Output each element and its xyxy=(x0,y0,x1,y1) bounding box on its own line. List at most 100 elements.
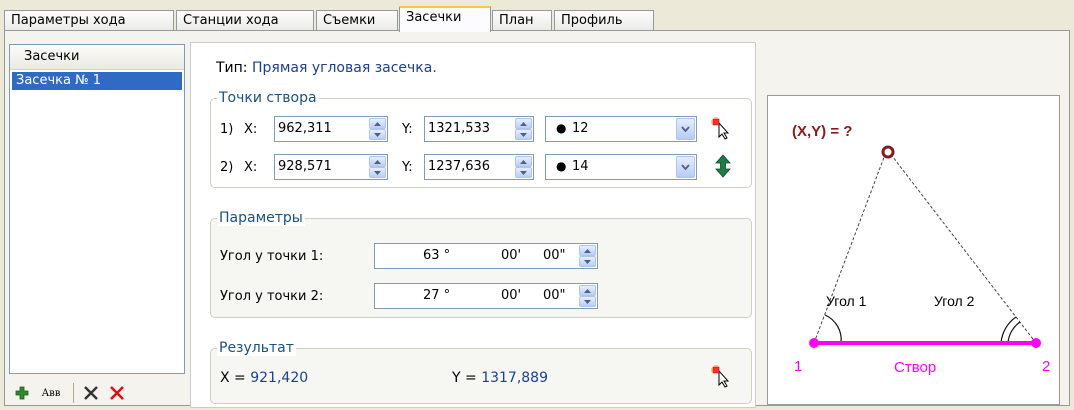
row2-station-select[interactable]: ● 14 xyxy=(545,154,697,180)
pick-point-button[interactable] xyxy=(710,116,734,140)
red-close-icon xyxy=(110,386,124,400)
angle1-min: 00' xyxy=(501,248,522,263)
point-1-label: 1 xyxy=(794,358,802,375)
toolbar-divider xyxy=(73,383,74,403)
row2-x-value: 928,571 xyxy=(278,159,332,174)
angle1-label: Угол у точки 1: xyxy=(220,249,324,264)
pick-cursor-icon xyxy=(711,117,730,140)
show-result-button[interactable] xyxy=(710,364,734,388)
spin-down-icon[interactable] xyxy=(579,296,596,307)
diagram-svg: (X,Y) = ? Угол 1 Угол 2 1 2 Створ xyxy=(792,123,1050,376)
baseline-label: Створ xyxy=(894,359,936,376)
list-header[interactable]: Засечки xyxy=(10,45,184,70)
spin-up-icon[interactable] xyxy=(579,285,596,296)
line-to-target-2 xyxy=(888,151,1037,344)
angle1-arc xyxy=(824,314,842,344)
spin-up-icon[interactable] xyxy=(515,118,532,129)
row2-y-field[interactable]: 1237,636 xyxy=(424,154,534,180)
row1-y-spinner[interactable] xyxy=(515,118,532,140)
point-2-label: 2 xyxy=(1042,358,1050,375)
row1-x-spinner[interactable] xyxy=(369,118,386,140)
angle1-deg: 63 ° xyxy=(423,248,451,263)
angle1-text: Угол 1 xyxy=(826,293,867,309)
row2-y-label: Y: xyxy=(402,160,413,175)
angle2-field[interactable]: 27 ° 00' 00" xyxy=(374,283,598,309)
row1-y-value: 1321,533 xyxy=(428,121,491,136)
spin-up-icon[interactable] xyxy=(369,156,386,167)
row1-x-value: 962,311 xyxy=(278,121,332,136)
bullet-icon: ● xyxy=(556,159,567,173)
angle1-field[interactable]: 63 ° 00' 00" xyxy=(374,243,598,269)
result-group-title: Результат xyxy=(217,340,296,356)
spin-down-icon[interactable] xyxy=(515,129,532,140)
pick-cursor-icon xyxy=(711,365,730,388)
add-button[interactable] xyxy=(11,382,33,404)
row1-station-value: 12 xyxy=(572,121,589,136)
angle2-label: Угол у точки 2: xyxy=(220,289,324,304)
list-item[interactable]: Засечка № 1 xyxy=(12,72,182,90)
chevron-down-icon[interactable] xyxy=(676,156,695,178)
angle2-arc-inner xyxy=(1007,321,1021,344)
points-group-title: Точки створа xyxy=(217,90,319,106)
tab-intersections[interactable]: Засечки xyxy=(399,6,491,32)
tab-plan[interactable]: План xyxy=(492,10,552,30)
row2-station-value: 14 xyxy=(572,159,589,174)
angle2-text: Угол 2 xyxy=(934,293,975,309)
result-y: Y = 1317,889 xyxy=(452,370,548,386)
row2-x-label: X: xyxy=(244,160,258,175)
target-point-marker xyxy=(881,145,895,159)
point-1-marker xyxy=(809,338,819,348)
intersection-diagram: (X,Y) = ? Угол 1 Угол 2 1 2 Створ xyxy=(767,95,1060,405)
row2-y-spinner[interactable] xyxy=(515,156,532,178)
type-label: Тип: xyxy=(216,60,248,76)
bullet-icon: ● xyxy=(556,121,567,135)
tab-traverse-stations[interactable]: Станции хода xyxy=(176,10,314,30)
row1-x-label: X: xyxy=(244,122,258,137)
plus-icon xyxy=(15,386,29,400)
tab-surveys[interactable]: Съемки xyxy=(316,10,398,30)
close-icon xyxy=(84,386,98,400)
result-y-value: 1317,889 xyxy=(481,370,548,386)
type-line: Тип: Прямая угловая засечка. xyxy=(216,60,437,76)
params-group-title: Параметры xyxy=(217,210,305,226)
spin-up-icon[interactable] xyxy=(369,118,386,129)
row2-number: 2) xyxy=(220,160,234,175)
list-toolbar: Авв xyxy=(9,380,185,406)
result-x-label: X = xyxy=(220,370,246,386)
row2-x-spinner[interactable] xyxy=(369,156,386,178)
tab-traverse-params[interactable]: Параметры хода xyxy=(4,10,174,30)
delete-button[interactable] xyxy=(79,382,103,404)
row2-x-field[interactable]: 928,571 xyxy=(274,154,388,180)
result-x: X = 921,420 xyxy=(220,370,308,386)
angle1-spinner[interactable] xyxy=(579,245,596,267)
target-label: (X,Y) = ? xyxy=(792,123,852,140)
row2-y-value: 1237,636 xyxy=(428,159,491,174)
row1-station-select[interactable]: ● 12 xyxy=(545,116,697,142)
angle2-deg: 27 ° xyxy=(423,288,451,303)
type-value: Прямая угловая засечка. xyxy=(251,60,437,76)
angle2-min: 00' xyxy=(501,288,522,303)
line-to-target-1 xyxy=(813,151,887,344)
swap-points-button[interactable] xyxy=(712,154,734,178)
delete-all-button[interactable] xyxy=(105,382,129,404)
result-x-value: 921,420 xyxy=(250,370,309,386)
spin-down-icon[interactable] xyxy=(515,167,532,178)
row1-y-label: Y: xyxy=(402,122,413,137)
spin-down-icon[interactable] xyxy=(579,256,596,267)
intersection-list[interactable]: Засечки Засечка № 1 xyxy=(9,44,185,374)
spin-down-icon[interactable] xyxy=(369,167,386,178)
result-y-label: Y = xyxy=(452,370,477,386)
angle2-sec: 00" xyxy=(543,288,566,303)
row1-y-field[interactable]: 1321,533 xyxy=(424,116,534,142)
angle2-spinner[interactable] xyxy=(579,285,596,307)
point-2-marker xyxy=(1031,338,1041,348)
spin-up-icon[interactable] xyxy=(515,156,532,167)
rename-button[interactable]: Авв xyxy=(35,382,67,404)
row1-number: 1) xyxy=(220,122,234,137)
spin-down-icon[interactable] xyxy=(369,129,386,140)
row1-x-field[interactable]: 962,311 xyxy=(274,116,388,142)
swap-arrows-icon xyxy=(715,154,731,178)
tab-profile[interactable]: Профиль xyxy=(554,10,654,30)
chevron-down-icon[interactable] xyxy=(676,118,695,140)
spin-up-icon[interactable] xyxy=(579,245,596,256)
